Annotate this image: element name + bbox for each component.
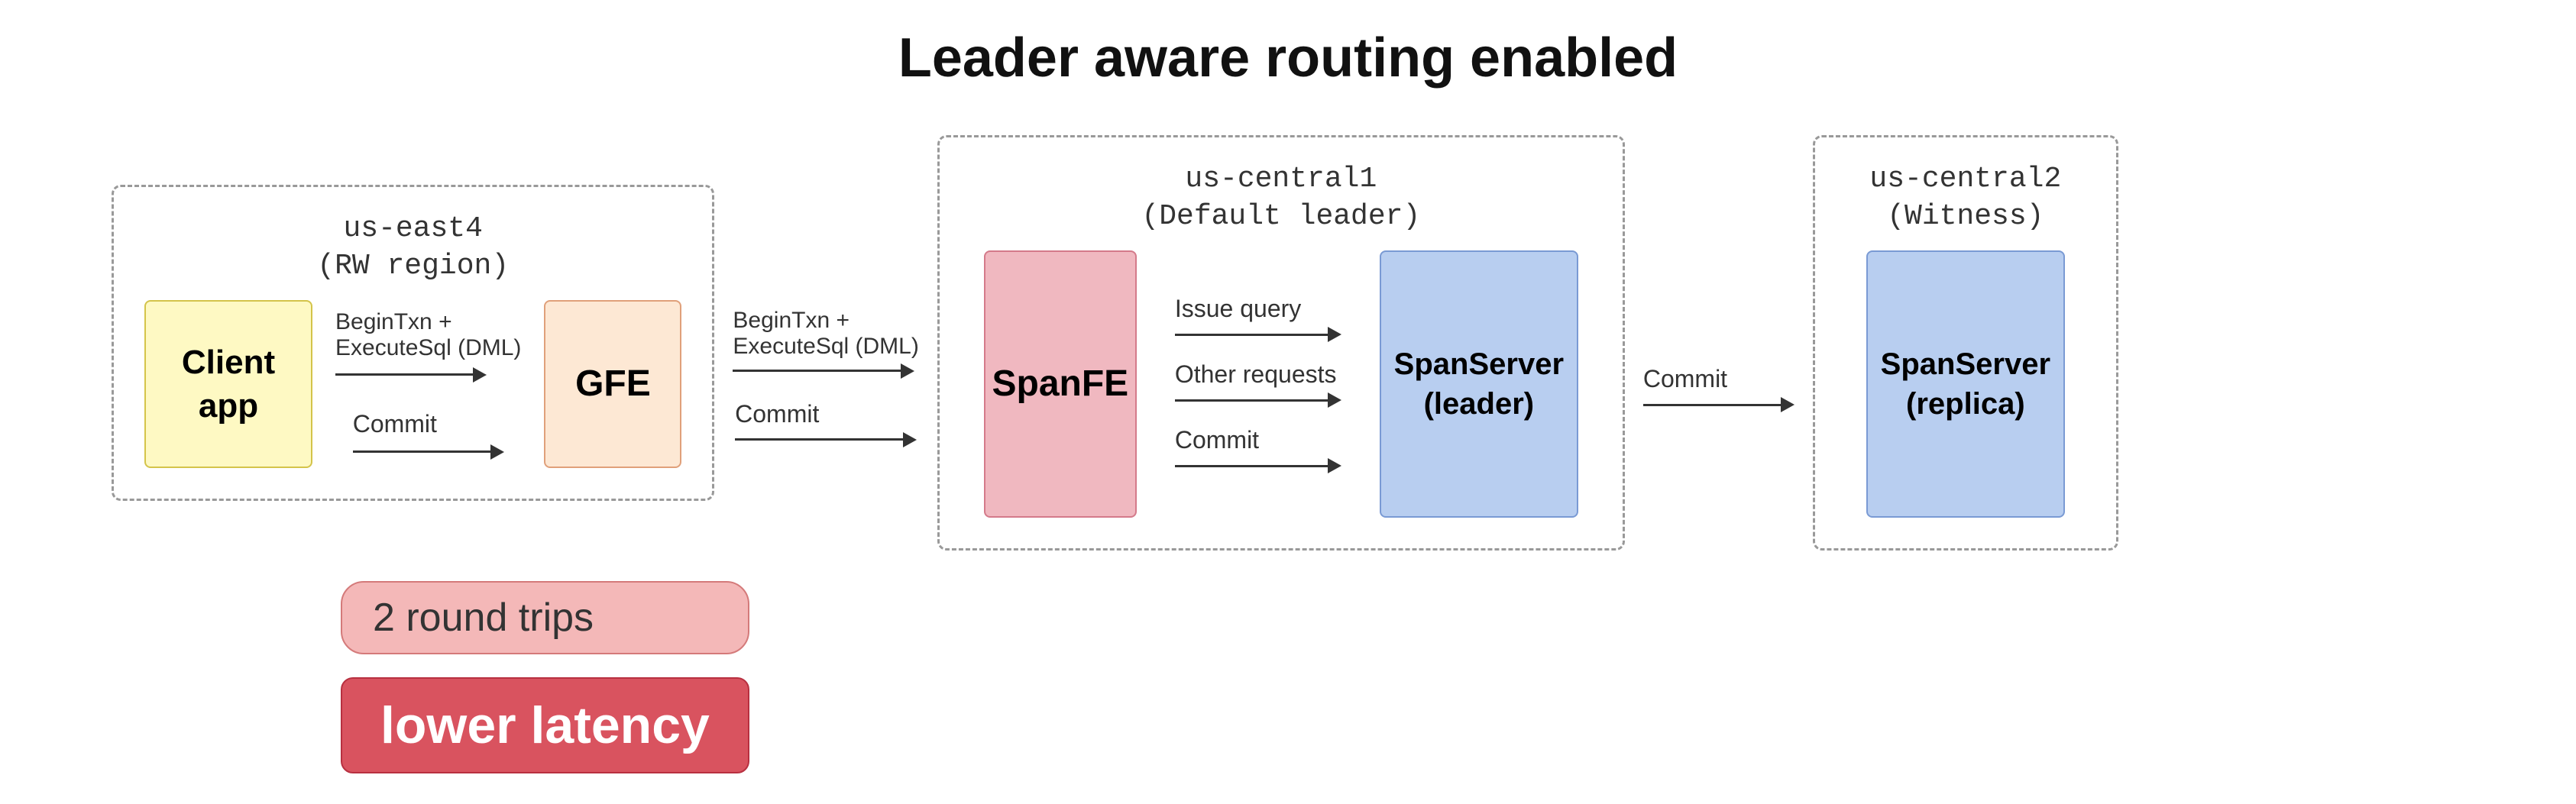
diagram-wrapper: us-east4 (RW region) Clientapp BeginTxn …: [112, 135, 2464, 774]
issue-query-arrow: Issue query: [1175, 295, 1341, 342]
region-central-content: SpanFE Issue query Other requests: [984, 250, 1578, 518]
shaft-inter-1: [733, 370, 901, 372]
shaft-or: [1175, 399, 1328, 402]
central-to-witness-arrows: Commit: [1625, 365, 1813, 412]
other-requests-label: Other requests: [1175, 360, 1337, 389]
gfe-box: GFE: [544, 300, 681, 468]
head-inter-2: [903, 432, 917, 447]
issue-query-label: Issue query: [1175, 295, 1301, 323]
arrow-line-or: [1175, 392, 1341, 408]
head-replica: [1781, 397, 1794, 412]
commit-inter-arrow: Commit: [735, 400, 917, 447]
region-east-content: Clientapp BeginTxn +ExecuteSql (DML): [144, 300, 681, 468]
commit-to-replica-arrow: Commit: [1643, 365, 1794, 412]
badges-container: 2 round trips lower latency: [341, 581, 749, 773]
begintxn-inter-label: BeginTxn +ExecuteSql (DML): [733, 308, 918, 360]
begintxn-arrow-group: BeginTxn +ExecuteSql (DML): [335, 309, 521, 383]
arrow-line-cs: [1175, 458, 1341, 473]
region-witness-content: SpanServer(replica): [1866, 250, 2065, 518]
east-to-central-arrows: BeginTxn +ExecuteSql (DML) Commit: [714, 308, 937, 447]
begintxn-label: BeginTxn +ExecuteSql (DML): [335, 309, 521, 361]
page-container: Leader aware routing enabled us-east4 (R…: [66, 0, 2510, 804]
commit-inter-label: Commit: [735, 400, 819, 428]
shaft-inter-2: [735, 438, 903, 441]
round-trips-badge: 2 round trips: [341, 581, 749, 654]
commit-to-replica-label: Commit: [1643, 365, 1727, 393]
spanserver-replica-box: SpanServer(replica): [1866, 250, 2065, 518]
shaft-replica: [1643, 404, 1781, 406]
begintxn-inter-arrow: BeginTxn +ExecuteSql (DML): [733, 308, 918, 379]
region-east-label: us-east4 (RW region): [317, 210, 509, 286]
arrow-head: [473, 367, 487, 383]
region-witness-label: us-central2 (Witness): [1869, 160, 2061, 236]
arrow-line-iq: [1175, 327, 1341, 342]
spanfe-to-server-arrows: Issue query Other requests: [1160, 295, 1357, 473]
arrow-line-inter-2: [735, 432, 917, 447]
other-requests-arrow: Other requests: [1175, 360, 1341, 408]
head-or: [1328, 392, 1341, 408]
head-cs: [1328, 458, 1341, 473]
arrow-line-replica: [1643, 397, 1794, 412]
region-witness: us-central2 (Witness) SpanServer(replica…: [1813, 135, 2118, 551]
client-to-gfe-arrows: BeginTxn +ExecuteSql (DML) Commit: [335, 309, 521, 460]
arrow-shaft-2: [353, 450, 490, 453]
arrow-head-2: [490, 444, 504, 460]
commit-arrow-group-1: Commit: [353, 410, 504, 460]
arrow-shaft: [335, 373, 473, 376]
spanserver-leader-box: SpanServer(leader): [1380, 250, 1578, 518]
client-app-box: Clientapp: [144, 300, 312, 468]
head-iq: [1328, 327, 1341, 342]
arrow-line-inter-1: [733, 363, 914, 379]
head-inter-1: [901, 363, 914, 379]
spanfe-box: SpanFE: [984, 250, 1137, 518]
regions-row: us-east4 (RW region) Clientapp BeginTxn …: [112, 135, 2464, 551]
begintxn-arrow-line: [335, 367, 487, 383]
commit-arrow-line-1: [353, 444, 504, 460]
region-east: us-east4 (RW region) Clientapp BeginTxn …: [112, 185, 714, 502]
commit-spanfe-arrow: Commit: [1175, 426, 1341, 473]
page-title: Leader aware routing enabled: [112, 27, 2464, 89]
latency-badge: lower latency: [341, 677, 749, 773]
shaft-iq: [1175, 334, 1328, 336]
commit-spanfe-label: Commit: [1175, 426, 1259, 454]
shaft-cs: [1175, 465, 1328, 467]
commit-label-1: Commit: [353, 410, 437, 438]
region-central: us-central1 (Default leader) SpanFE Issu…: [937, 135, 1625, 551]
region-central-label: us-central1 (Default leader): [1141, 160, 1420, 236]
